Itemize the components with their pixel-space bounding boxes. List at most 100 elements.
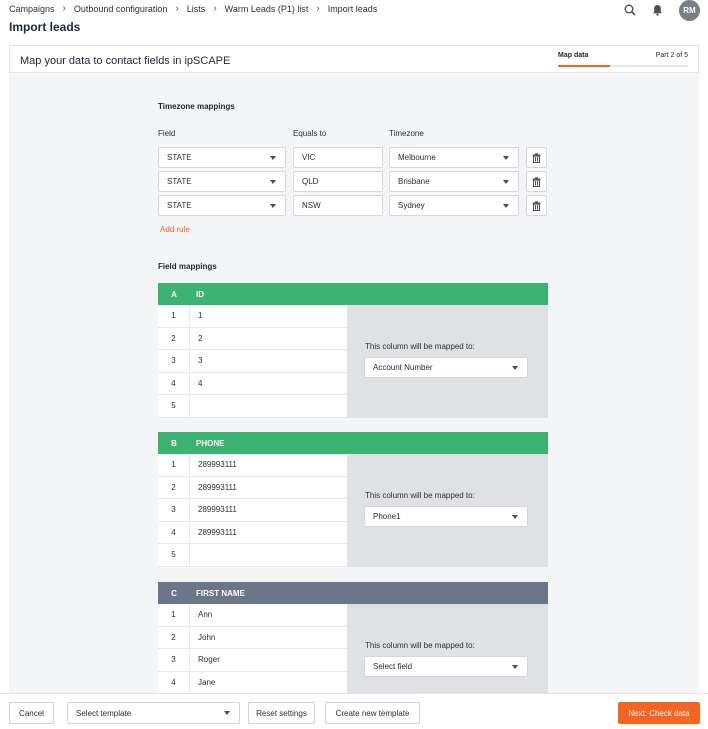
table-row: 4 289993111 [158,521,347,544]
next-check-data-button[interactable]: Next: Check data [618,702,700,724]
chevron-down-icon [512,515,518,519]
mapping-header: C FIRST NAME [158,582,548,604]
search-icon[interactable] [624,4,636,16]
template-select[interactable]: Select template [67,702,240,724]
table-row: 5 [158,395,347,418]
rule-field-value: STATE [167,201,192,210]
chevron-down-icon [270,204,276,208]
chevron-down-icon [503,180,509,184]
reset-settings-button[interactable]: Reset settings [248,702,315,724]
footer-bar: Cancel Select template Reset settings Cr… [0,693,708,729]
trash-icon [532,152,541,163]
create-template-button[interactable]: Create new template [325,702,420,724]
table-row: 33 [158,350,347,373]
column-letter: C [171,588,177,598]
delete-rule-button[interactable] [526,147,547,168]
mapping-target-value: Account Number [373,363,433,372]
table-row: 44 [158,372,347,395]
column-letter: B [171,438,177,448]
timezone-section-title: Timezone mappings [158,102,235,111]
column-name: ID [196,289,204,299]
table-row: 3 Roger [158,649,347,672]
rule-field-value: STATE [167,177,192,186]
page-title: Import leads [9,20,81,34]
mapping-hint: This column will be mapped to: [365,641,475,650]
table-row: 1 Ann [158,604,347,627]
breadcrumb-campaigns[interactable]: Campaigns [9,4,55,14]
mapping-target-select[interactable]: Select field [364,656,528,677]
add-rule-link[interactable]: Add rule [160,225,190,234]
table-row: 1 289993111 [158,454,347,477]
chevron-down-icon [503,204,509,208]
rule-timezone-value: Brisbane [398,177,430,186]
delete-rule-button[interactable] [526,171,547,192]
mapping-target-panel: This column will be mapped to: Account N… [347,305,548,418]
mapping-target-panel: This column will be mapped to: Phone1 [347,454,548,567]
col-equals-label: Equals to [293,129,327,138]
rule-equals-input[interactable]: VIC [293,147,383,168]
breadcrumb-warm-leads-list[interactable]: Warm Leads (P1) list [225,4,309,14]
trash-icon [532,176,541,187]
column-name: PHONE [196,438,225,448]
chevron-right-icon: › [175,3,179,14]
mapping-block-a: A ID 11 22 33 44 5 This column will be m… [158,283,548,418]
mapping-target-panel: This column will be mapped to: Select fi… [347,604,548,693]
rule-equals-input[interactable]: NSW [293,195,383,216]
template-select-value: Select template [76,708,132,718]
cancel-button[interactable]: Cancel [9,702,54,724]
rule-timezone-select[interactable]: Melbourne [389,147,519,168]
rule-field-select[interactable]: STATE [158,147,286,168]
step-label: Map data [558,52,589,59]
field-mappings-title: Field mappings [158,262,217,271]
table-row: 22 [158,327,347,350]
card-header: Map your data to contact fields in ipSCA… [9,45,699,73]
avatar[interactable]: RM [679,0,700,21]
table-row: 11 [158,305,347,328]
rule-field-select[interactable]: STATE [158,171,286,192]
mapping-target-select[interactable]: Phone1 [364,506,528,527]
table-row: 2 289993111 [158,476,347,499]
rule-timezone-select[interactable]: Brisbane [389,171,519,192]
chevron-down-icon [270,180,276,184]
delete-rule-button[interactable] [526,195,547,216]
mapping-block-c: C FIRST NAME 1 Ann 2 John 3 Roger 4 Jane Thi… [158,582,548,693]
chevron-right-icon: › [213,3,217,14]
bell-icon[interactable] [652,4,663,16]
mapping-target-value: Select field [373,662,413,671]
rule-timezone-value: Sydney [398,201,425,210]
column-letter: A [171,289,177,299]
breadcrumb-outbound-configuration[interactable]: Outbound configuration [74,4,168,14]
table-row: 5 [158,544,347,567]
trash-icon [532,200,541,211]
mapping-target-value: Phone1 [373,512,401,521]
rule-field-value: STATE [167,153,192,162]
rule-timezone-value: Melbourne [398,153,436,162]
mapping-target-select[interactable]: Account Number [364,357,528,378]
mapping-hint: This column will be mapped to: [365,342,475,351]
mapping-header: B PHONE [158,432,548,454]
breadcrumb-import-leads: Import leads [327,3,378,14]
mapping-hint: This column will be mapped to: [365,491,475,500]
rule-field-select[interactable]: STATE [158,195,286,216]
step-progress-fill [558,65,610,67]
mapping-header: A ID [158,283,548,305]
header-actions: RM [624,0,700,21]
chevron-down-icon [224,711,230,715]
card-title: Map your data to contact fields in ipSCA… [20,55,231,67]
rule-timezone-select[interactable]: Sydney [389,195,519,216]
chevron-right-icon: › [316,3,320,14]
chevron-down-icon [512,665,518,669]
table-row: 3 289993111 [158,499,347,522]
breadcrumb: Campaigns › Outbound configuration › Lis… [9,3,377,14]
step-progress: Part 2 of 5 [655,52,688,59]
chevron-down-icon [270,156,276,160]
step-indicator: Map data Part 2 of 5 [558,52,688,67]
mapping-block-b: B PHONE 1 289993111 2 289993111 3 289993111… [158,432,548,567]
rule-equals-input[interactable]: QLD [293,171,383,192]
chevron-down-icon [512,366,518,370]
col-timezone-label: Timezone [389,129,424,138]
column-name: FIRST NAME [196,588,245,598]
mapping-content[interactable]: Timezone mappings Field Equals to Timezo… [9,73,699,693]
breadcrumb-lists[interactable]: Lists [187,4,206,14]
chevron-right-icon: › [62,3,66,14]
